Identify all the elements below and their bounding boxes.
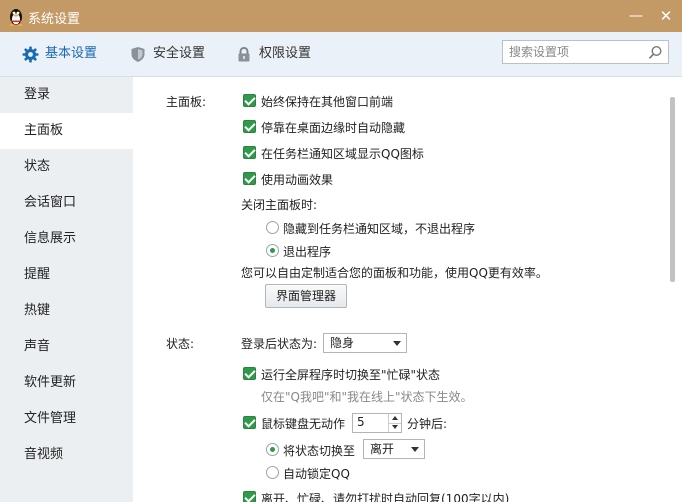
option-label-animation: 使用动画效果 bbox=[261, 173, 334, 187]
sidebar-item-info-display[interactable]: 信息展示 bbox=[0, 221, 133, 257]
chevron-down-icon bbox=[393, 341, 401, 346]
tab-security-settings-label: 安全设置 bbox=[153, 46, 206, 61]
settings-sidebar: 登录 主面板 状态 会话窗口 信息展示 提醒 热键 声音 软件更新 文件管理 音… bbox=[0, 77, 133, 502]
sidebar-item-label: 主面板 bbox=[24, 123, 64, 138]
radio-auto-lock[interactable] bbox=[266, 466, 279, 479]
settings-content: 主面板: 始终保持在其他窗口前端 停靠在桌面边缘时自动隐藏 在任务栏通知区域显示… bbox=[133, 77, 666, 502]
sidebar-item-label: 热键 bbox=[24, 303, 51, 318]
customize-description: 您可以自由定制适合您的面板和功能，使用QQ更有效率。 bbox=[241, 266, 548, 280]
close-button[interactable]: ✕ bbox=[656, 6, 676, 26]
checkbox-auto-hide[interactable] bbox=[243, 120, 256, 133]
settings-window: 系统设置 — ✕ 基本设置 安全设置 权限设置 搜索设置项 登录 主面板 状态 … bbox=[0, 0, 682, 502]
checkbox-auto-reply[interactable] bbox=[243, 491, 256, 502]
gear-icon bbox=[22, 46, 39, 63]
sidebar-item-label: 状态 bbox=[24, 159, 51, 174]
option-label-auto-reply: 离开、忙碌、请勿打扰时自动回复(100字以内) bbox=[261, 492, 510, 502]
tab-permission-settings-label: 权限设置 bbox=[259, 46, 312, 61]
sidebar-item-main-panel[interactable]: 主面板 bbox=[0, 113, 133, 149]
option-label-always-on-top: 始终保持在其他窗口前端 bbox=[261, 95, 394, 109]
content-scrollbar[interactable] bbox=[666, 77, 682, 502]
option-label-fullscreen-busy: 运行全屏程序时切换至"忙碌"状态 bbox=[261, 368, 441, 382]
chevron-down-icon bbox=[411, 447, 419, 452]
sidebar-item-label: 软件更新 bbox=[24, 375, 77, 390]
search-input[interactable] bbox=[509, 44, 639, 60]
radio-label-exit-program: 退出程序 bbox=[283, 245, 332, 259]
radio-hide-to-tray[interactable] bbox=[266, 221, 279, 234]
idle-minutes-stepper[interactable]: 5 bbox=[352, 413, 402, 433]
top-toolbar: 基本设置 安全设置 权限设置 bbox=[0, 32, 682, 77]
minimize-button[interactable]: — bbox=[626, 6, 646, 26]
qq-penguin-icon bbox=[9, 9, 23, 26]
sidebar-item-login[interactable]: 登录 bbox=[0, 77, 133, 113]
search-box bbox=[502, 40, 669, 64]
sidebar-item-label: 声音 bbox=[24, 339, 51, 354]
sidebar-item-label: 文件管理 bbox=[24, 411, 77, 426]
option-label-auto-hide: 停靠在桌面边缘时自动隐藏 bbox=[261, 121, 406, 135]
fullscreen-hint: 仅在"Q我吧"和"我在线上"状态下生效。 bbox=[261, 390, 473, 404]
checkbox-idle[interactable] bbox=[243, 416, 256, 429]
search-icon[interactable] bbox=[648, 45, 663, 60]
tab-basic-settings-label: 基本设置 bbox=[45, 46, 98, 61]
sidebar-item-hotkeys[interactable]: 热键 bbox=[0, 293, 133, 329]
checkbox-tray-icon[interactable] bbox=[243, 146, 256, 159]
sidebar-item-label: 提醒 bbox=[24, 267, 51, 282]
idle-label-before: 鼠标键盘无动作 bbox=[261, 417, 346, 431]
lock-icon bbox=[238, 46, 250, 62]
idle-minutes-value: 5 bbox=[357, 415, 365, 429]
radio-label-auto-lock: 自动锁定QQ bbox=[283, 467, 350, 481]
title-bar: 系统设置 — ✕ bbox=[0, 0, 682, 32]
option-label-tray-icon: 在任务栏通知区域显示QQ图标 bbox=[261, 147, 424, 161]
tab-security-settings[interactable]: 安全设置 bbox=[130, 44, 212, 64]
sidebar-item-reminders[interactable]: 提醒 bbox=[0, 257, 133, 293]
shield-icon bbox=[131, 47, 145, 62]
checkbox-always-on-top[interactable] bbox=[243, 94, 256, 107]
main-panel-section-label: 主面板: bbox=[166, 95, 207, 109]
tab-basic-settings[interactable]: 基本设置 bbox=[22, 44, 106, 64]
after-login-status-label: 登录后状态为: bbox=[241, 337, 318, 351]
sidebar-item-sound[interactable]: 声音 bbox=[0, 329, 133, 365]
sidebar-item-label: 登录 bbox=[24, 87, 51, 102]
tab-permission-settings[interactable]: 权限设置 bbox=[236, 44, 318, 64]
radio-label-hide-to-tray: 隐藏到任务栏通知区域，不退出程序 bbox=[283, 222, 476, 236]
status-section-label: 状态: bbox=[166, 337, 195, 351]
radio-switch-status[interactable] bbox=[266, 443, 279, 456]
interface-manager-button[interactable]: 界面管理器 bbox=[265, 284, 347, 308]
idle-status-value: 离开 bbox=[370, 442, 395, 456]
radio-exit-program[interactable] bbox=[266, 244, 279, 257]
checkbox-fullscreen-busy[interactable] bbox=[243, 367, 256, 380]
after-login-status-select[interactable]: 隐身 bbox=[323, 333, 407, 353]
checkbox-animation[interactable] bbox=[243, 172, 256, 185]
sidebar-item-label: 音视频 bbox=[24, 447, 64, 462]
window-title: 系统设置 bbox=[28, 12, 81, 27]
scrollbar-thumb[interactable] bbox=[670, 97, 675, 282]
stepper-down-icon[interactable] bbox=[388, 423, 401, 432]
sidebar-item-software-update[interactable]: 软件更新 bbox=[0, 365, 133, 401]
idle-label-after: 分钟后: bbox=[407, 417, 448, 431]
sidebar-item-audio-video[interactable]: 音视频 bbox=[0, 437, 133, 473]
sidebar-item-label: 信息展示 bbox=[24, 231, 77, 246]
radio-label-switch-status: 将状态切换至 bbox=[283, 444, 356, 458]
close-panel-label: 关闭主面板时: bbox=[241, 198, 318, 212]
after-login-status-value: 隐身 bbox=[330, 336, 355, 350]
sidebar-item-label: 会话窗口 bbox=[24, 195, 77, 210]
sidebar-item-file-management[interactable]: 文件管理 bbox=[0, 401, 133, 437]
sidebar-item-status[interactable]: 状态 bbox=[0, 149, 133, 185]
sidebar-item-chat-window[interactable]: 会话窗口 bbox=[0, 185, 133, 221]
idle-status-select[interactable]: 离开 bbox=[363, 439, 425, 459]
